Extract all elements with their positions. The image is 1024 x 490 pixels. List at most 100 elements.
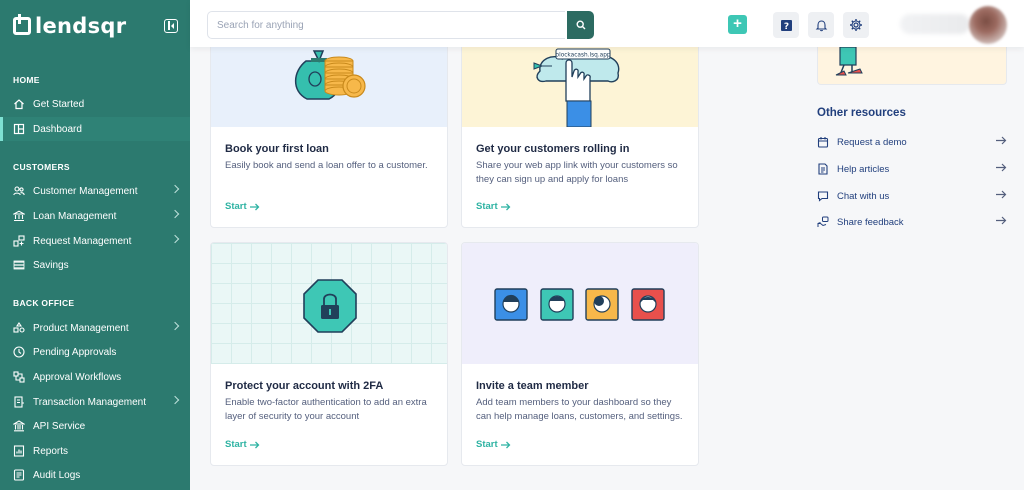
sidebar-item-label: Product Management: [33, 322, 129, 334]
section-label-customers: CUSTOMERS: [13, 162, 70, 172]
sidebar-item-transaction-management[interactable]: Transaction Management: [0, 390, 190, 414]
illustration-url-text: blockacash.lsq.app: [555, 53, 610, 59]
transaction-icon: [13, 396, 25, 408]
start-link-label: Start: [225, 201, 247, 212]
cloud-link-illustration: blockacash.lsq.app: [462, 41, 698, 128]
sidebar-item-label: Reports: [33, 445, 69, 457]
clock-icon: [13, 346, 25, 358]
lendsqr-logo-icon: [13, 14, 31, 35]
sidebar-item-label: API Service: [33, 420, 86, 432]
workflow-icon: [13, 371, 25, 383]
sidebar-item-audit-logs[interactable]: Audit Logs: [0, 463, 190, 487]
card-start-link[interactable]: Start: [225, 201, 260, 212]
card-description: Share your web app link with your custom…: [476, 160, 678, 185]
card-title: Protect your account with 2FA: [225, 380, 384, 392]
card-start-link[interactable]: Start: [225, 439, 260, 450]
card-description: Add team members to your dashboard so th…: [476, 397, 683, 422]
reports-icon: [13, 445, 25, 457]
money-bag-illustration: [211, 41, 447, 127]
help-icon: ?: [780, 19, 792, 32]
top-bar: + ?: [190, 0, 1024, 47]
chevron-right-icon: [170, 184, 180, 194]
arrow-right-icon: [996, 190, 1007, 199]
sidebar-item-reports[interactable]: Reports: [0, 439, 190, 463]
product-icon: [13, 322, 25, 334]
card-description: Easily book and send a loan offer to a c…: [225, 160, 428, 171]
start-link-label: Start: [476, 201, 498, 212]
bank-icon: [13, 210, 25, 222]
settings-button[interactable]: [843, 12, 869, 38]
piggy-bank-icon: [13, 259, 25, 271]
card-start-link[interactable]: Start: [476, 201, 511, 212]
sidebar-item-label: Savings: [33, 259, 69, 271]
resource-label: Request a demo: [837, 136, 907, 148]
sidebar-item-label: Approval Workflows: [33, 371, 122, 383]
sidebar-item-label: Transaction Management: [33, 396, 147, 408]
resource-label: Share feedback: [837, 216, 904, 228]
sidebar-item-loan-management[interactable]: Loan Management: [0, 204, 190, 228]
avatar[interactable]: [969, 6, 1007, 44]
calendar-icon: [817, 136, 829, 148]
promo-illustration: [817, 47, 1007, 85]
chevron-right-icon: [170, 209, 180, 219]
resource-label: Chat with us: [837, 190, 890, 202]
other-resources-title: Other resources: [817, 107, 906, 119]
sidebar-item-label: Loan Management: [33, 210, 117, 222]
help-button[interactable]: ?: [773, 12, 799, 38]
sidebar-item-label: Audit Logs: [33, 469, 81, 481]
resource-help-articles[interactable]: Help articles: [817, 161, 1007, 177]
card-protect-2fa: Protect your account with 2FA Enable two…: [210, 242, 448, 466]
card-description: Enable two-factor authentication to add …: [225, 397, 427, 422]
arrow-right-icon: [249, 441, 260, 448]
card-book-loan: Book your first loan Easily book and sen…: [210, 40, 448, 228]
document-icon: [817, 163, 829, 175]
brand-logo[interactable]: lendsqr: [13, 14, 126, 38]
sidebar-item-approval-workflows[interactable]: Approval Workflows: [0, 365, 190, 389]
sidebar-item-dashboard[interactable]: Dashboard: [0, 117, 190, 141]
section-label-home: HOME: [13, 75, 40, 85]
card-start-link[interactable]: Start: [476, 439, 511, 450]
chevron-right-icon: [170, 234, 180, 244]
resource-request-demo[interactable]: Request a demo: [817, 134, 1007, 150]
sidebar-item-savings[interactable]: Savings: [0, 253, 190, 277]
sidebar-item-request-management[interactable]: Request Management: [0, 229, 190, 253]
sidebar-item-pending-approvals[interactable]: Pending Approvals: [0, 340, 190, 364]
sidebar-item-label: Request Management: [33, 235, 132, 247]
card-title: Book your first loan: [225, 143, 329, 155]
gear-icon: [850, 19, 862, 31]
notifications-button[interactable]: [808, 12, 834, 38]
add-button[interactable]: +: [728, 15, 747, 34]
home-icon: [13, 98, 25, 110]
arrow-right-icon: [996, 136, 1007, 145]
card-title: Invite a team member: [476, 380, 589, 392]
arrow-right-icon: [500, 203, 511, 210]
audit-icon: [13, 469, 25, 481]
arrow-right-icon: [249, 203, 260, 210]
svg-text:?: ?: [783, 22, 788, 32]
request-icon: [13, 235, 25, 247]
search-button[interactable]: [567, 11, 594, 39]
sidebar-item-label: Pending Approvals: [33, 346, 117, 358]
sidebar-item-product-management[interactable]: Product Management: [0, 316, 190, 340]
collapse-sidebar-icon[interactable]: [164, 19, 178, 33]
card-customers-rolling: blockacash.lsq.app Get your customers ro…: [461, 40, 699, 228]
sidebar-item-api-service[interactable]: API Service: [0, 414, 190, 438]
sidebar-item-label: Get Started: [33, 98, 85, 110]
start-link-label: Start: [476, 439, 498, 450]
arrow-right-icon: [996, 216, 1007, 225]
dashboard-icon: [13, 123, 25, 135]
arrow-right-icon: [996, 163, 1007, 172]
users-icon: [13, 185, 25, 197]
search-input[interactable]: [207, 11, 565, 39]
chevron-right-icon: [170, 395, 180, 405]
card-title: Get your customers rolling in: [476, 143, 630, 155]
sidebar-item-get-started[interactable]: Get Started: [0, 92, 190, 116]
sidebar-item-customer-management[interactable]: Customer Management: [0, 179, 190, 203]
chat-icon: [817, 190, 829, 202]
sidebar-item-label: Customer Management: [33, 185, 138, 197]
arrow-right-icon: [500, 441, 511, 448]
chevron-right-icon: [170, 321, 180, 331]
resource-share-feedback[interactable]: Share feedback: [817, 214, 1007, 230]
resource-chat-with-us[interactable]: Chat with us: [817, 188, 1007, 204]
user-name[interactable]: [900, 14, 970, 34]
